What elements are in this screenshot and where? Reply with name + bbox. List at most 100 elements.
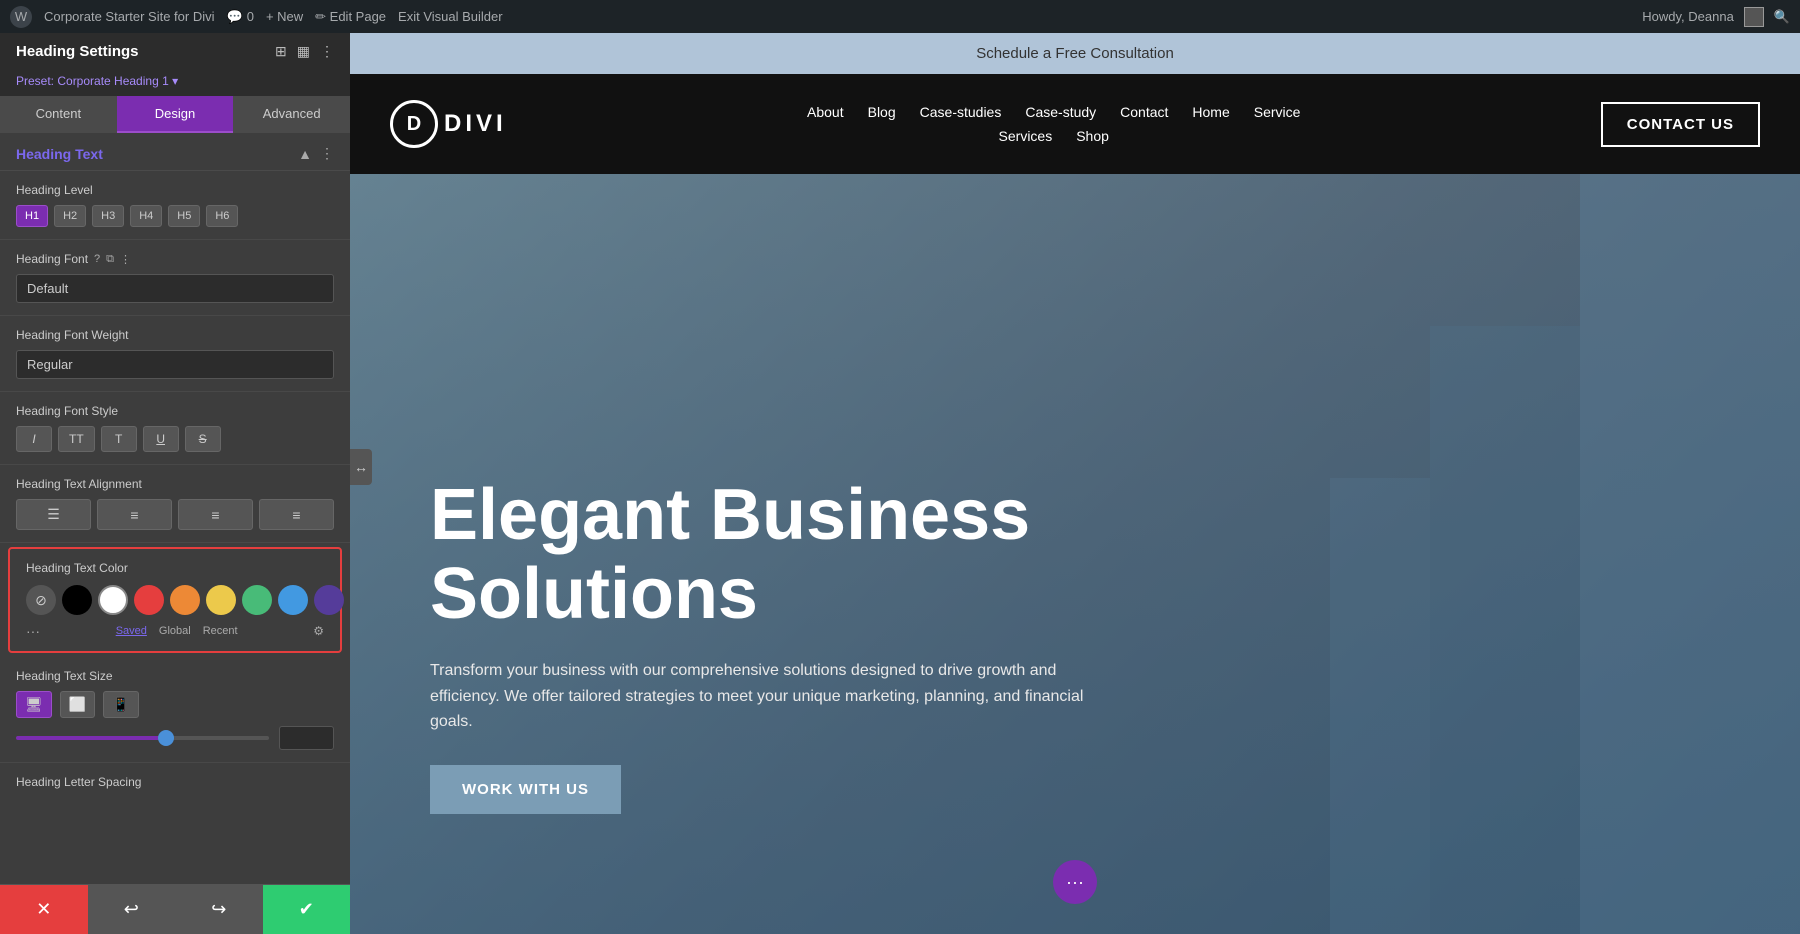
nav-services[interactable]: Services <box>999 128 1053 144</box>
section-more-icon[interactable]: ⋮ <box>320 145 334 162</box>
capitalize-button[interactable]: T <box>101 426 137 452</box>
website-preview: Schedule a Free Consultation D DIVI Abou… <box>350 33 1800 934</box>
heading-alignment-group: Heading Text Alignment ☰ ≡ ≡ ≡ <box>0 465 350 543</box>
nav-service[interactable]: Service <box>1254 104 1301 120</box>
color-swatches: ⊘ <box>26 585 324 615</box>
nav-about[interactable]: About <box>807 104 844 120</box>
color-tab-saved[interactable]: Saved <box>112 623 151 639</box>
heading-level-h3[interactable]: H3 <box>92 205 124 227</box>
more-colors-icon[interactable]: ··· <box>26 623 40 639</box>
italic-button[interactable]: I <box>16 426 52 452</box>
site-logo: D DIVI <box>390 100 507 148</box>
heading-level-h6[interactable]: H6 <box>206 205 238 227</box>
heading-level-h5[interactable]: H5 <box>168 205 200 227</box>
copy-icon[interactable]: ⧉ <box>106 253 114 266</box>
help-icon[interactable]: ? <box>94 253 100 265</box>
heading-font-label: Heading Font ? ⧉ ⋮ <box>16 252 334 266</box>
panel-title: Heading Settings <box>16 43 139 60</box>
desktop-icon[interactable]: 🖥 <box>16 691 52 718</box>
underline-button[interactable]: U <box>143 426 179 452</box>
font-more-icon[interactable]: ⋮ <box>120 253 131 266</box>
nav-case-studies[interactable]: Case-studies <box>920 104 1002 120</box>
admin-bar: W Schedule a Free Consultation Corporate… <box>0 0 1800 33</box>
logo-text: DIVI <box>444 110 507 138</box>
work-with-us-button[interactable]: WORK WITH US <box>430 765 621 814</box>
heading-text-color-label: Heading Text Color <box>26 561 324 575</box>
color-swatch-green[interactable] <box>242 585 272 615</box>
color-swatch-orange[interactable] <box>170 585 200 615</box>
collapse-icon[interactable]: ▲ <box>298 146 312 162</box>
logo-icon: D <box>390 100 438 148</box>
nav-contact[interactable]: Contact <box>1120 104 1168 120</box>
align-center-button[interactable]: ≡ <box>97 499 172 530</box>
heading-font-group: Heading Font ? ⧉ ⋮ Default <box>0 240 350 316</box>
color-swatch-black[interactable] <box>62 585 92 615</box>
panel-header-icons: ⊞ ▦ ⋮ <box>275 43 334 60</box>
edit-page-button[interactable]: ✏ Edit Page <box>315 9 386 25</box>
heading-font-style-label: Heading Font Style <box>16 404 334 418</box>
heading-font-weight-select[interactable]: Regular <box>16 350 334 379</box>
nav-blog[interactable]: Blog <box>868 104 896 120</box>
color-swatch-white[interactable] <box>98 585 128 615</box>
wordpress-icon[interactable]: W <box>10 6 32 28</box>
redo-button[interactable]: ↪ <box>175 885 263 934</box>
site-navigation: D DIVI About Blog Case-studies Case-stud… <box>350 74 1800 174</box>
panel-content: Heading Text ▲ ⋮ Heading Level H1 H2 H3 … <box>0 133 350 884</box>
nav-case-study[interactable]: Case-study <box>1025 104 1096 120</box>
align-right-button[interactable]: ≡ <box>178 499 253 530</box>
color-tab-recent[interactable]: Recent <box>199 623 242 639</box>
color-swatch-purple[interactable] <box>314 585 344 615</box>
expand-icon[interactable]: ⊞ <box>275 43 287 60</box>
uppercase-button[interactable]: TT <box>58 426 95 452</box>
size-slider[interactable] <box>16 736 269 740</box>
strikethrough-button[interactable]: S <box>185 426 221 452</box>
hero-dots-button[interactable]: ··· <box>1053 860 1097 904</box>
nav-home[interactable]: Home <box>1192 104 1229 120</box>
color-swatch-red[interactable] <box>134 585 164 615</box>
preset-selector[interactable]: Preset: Corporate Heading 1 ▾ <box>0 70 350 96</box>
heading-font-select[interactable]: Default <box>16 274 334 303</box>
heading-text-size-section: Heading Text Size 🖥 ⬜ 📱 72px <box>0 657 350 763</box>
color-settings-icon[interactable]: ⚙ <box>313 624 324 638</box>
color-swatch-blue[interactable] <box>278 585 308 615</box>
comments-link[interactable]: 💬 0 <box>227 9 254 25</box>
align-buttons: ☰ ≡ ≡ ≡ <box>16 499 334 530</box>
tablet-icon[interactable]: ⬜ <box>60 691 95 718</box>
section-title: Heading Text <box>16 146 103 162</box>
heading-level-h4[interactable]: H4 <box>130 205 162 227</box>
tab-design[interactable]: Design <box>117 96 234 133</box>
undo-button[interactable]: ↩ <box>88 885 176 934</box>
exit-visual-builder-button[interactable]: Exit Visual Builder <box>398 9 503 24</box>
site-name[interactable]: Schedule a Free Consultation Corporate S… <box>44 9 215 24</box>
heading-letter-spacing-label: Heading Letter Spacing <box>16 775 334 789</box>
nav-shop[interactable]: Shop <box>1076 128 1109 144</box>
align-justify-button[interactable]: ≡ <box>259 499 334 530</box>
nav-links: About Blog Case-studies Case-study Conta… <box>807 104 1300 144</box>
color-tab-global[interactable]: Global <box>155 623 195 639</box>
avatar[interactable] <box>1744 7 1764 27</box>
new-button[interactable]: + New <box>266 9 303 24</box>
eyedropper-tool[interactable]: ⊘ <box>26 585 56 615</box>
align-left-button[interactable]: ☰ <box>16 499 91 530</box>
heading-letter-spacing-section: Heading Letter Spacing <box>0 763 350 801</box>
more-options-icon[interactable]: ⋮ <box>320 43 334 60</box>
cancel-button[interactable]: ✕ <box>0 885 88 934</box>
heading-font-weight-group: Heading Font Weight Regular <box>0 316 350 392</box>
section-header-icons: ▲ ⋮ <box>298 145 334 162</box>
search-icon[interactable]: 🔍 <box>1774 9 1790 25</box>
size-input[interactable]: 72px <box>279 726 334 750</box>
heading-level-h1[interactable]: H1 <box>16 205 48 227</box>
color-swatch-yellow[interactable] <box>206 585 236 615</box>
heading-level-label: Heading Level <box>16 183 334 197</box>
hero-title: Elegant Business Solutions <box>430 476 1600 634</box>
settings-panel: Heading Settings ⊞ ▦ ⋮ Preset: Corporate… <box>0 33 350 934</box>
contact-us-button[interactable]: CONTACT US <box>1601 102 1760 147</box>
tab-content[interactable]: Content <box>0 96 117 133</box>
panel-tabs: Content Design Advanced <box>0 96 350 133</box>
tab-advanced[interactable]: Advanced <box>233 96 350 133</box>
heading-level-h2[interactable]: H2 <box>54 205 86 227</box>
mobile-icon[interactable]: 📱 <box>103 691 138 718</box>
panel-toggle-handle[interactable]: ↔ <box>350 449 372 485</box>
save-button[interactable]: ✔ <box>263 885 351 934</box>
layout-icon[interactable]: ▦ <box>297 43 310 60</box>
